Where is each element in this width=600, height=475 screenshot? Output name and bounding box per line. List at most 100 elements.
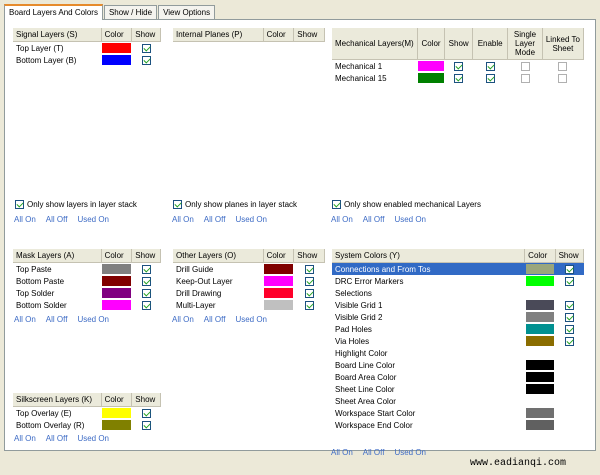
system-color-row[interactable]: Selections <box>332 287 584 299</box>
only-show-planes-in-stack-checkbox[interactable]: Only show planes in layer stack <box>173 200 297 209</box>
layer-row[interactable]: Top Layer (T) <box>13 42 161 55</box>
system-color-row[interactable]: Workspace Start Color <box>332 407 584 419</box>
all-on-link[interactable]: All On <box>14 215 36 224</box>
color-cell[interactable] <box>263 275 294 287</box>
color-cell[interactable] <box>101 54 132 66</box>
checkbox[interactable] <box>564 312 574 322</box>
all-off-link[interactable]: All Off <box>363 215 385 224</box>
layer-row[interactable]: Bottom Paste <box>13 275 161 287</box>
all-on-link[interactable]: All On <box>172 315 194 324</box>
system-color-row[interactable]: Highlight Color <box>332 347 584 359</box>
system-color-row[interactable]: Board Area Color <box>332 371 584 383</box>
all-off-link[interactable]: All Off <box>363 448 385 457</box>
color-cell[interactable] <box>417 60 445 73</box>
system-color-row[interactable]: Workspace End Color <box>332 419 584 431</box>
checkbox[interactable] <box>141 420 151 430</box>
color-cell[interactable] <box>101 287 132 299</box>
checkbox[interactable] <box>141 43 151 53</box>
layer-row[interactable]: Mechanical 15 <box>332 72 584 84</box>
internal-planes-header[interactable]: Internal Planes (P) <box>173 28 264 42</box>
color-cell[interactable] <box>525 335 555 347</box>
system-color-row[interactable]: Via Holes <box>332 335 584 347</box>
color-cell[interactable] <box>101 419 132 431</box>
mechanical-layers-header[interactable]: Mechanical Layers(M) <box>332 28 418 60</box>
all-on-link[interactable]: All On <box>14 434 36 443</box>
signal-layers-header[interactable]: Signal Layers (S) <box>13 28 102 42</box>
color-cell[interactable] <box>525 323 555 335</box>
layer-row[interactable]: Top Overlay (E) <box>13 407 161 420</box>
color-cell[interactable] <box>525 407 555 419</box>
layer-row[interactable]: Bottom Overlay (R) <box>13 419 161 431</box>
checkbox[interactable] <box>564 276 574 286</box>
tab-show-hide[interactable]: Show / Hide <box>103 5 158 19</box>
all-on-link[interactable]: All On <box>14 315 36 324</box>
color-cell[interactable] <box>525 359 555 371</box>
used-on-link[interactable]: Used On <box>235 315 267 324</box>
system-color-row[interactable]: Connections and From Tos <box>332 262 584 275</box>
mask-layers-header[interactable]: Mask Layers (A) <box>13 249 102 263</box>
checkbox[interactable] <box>454 73 464 83</box>
system-color-row[interactable]: Visible Grid 1 <box>332 299 584 311</box>
checkbox[interactable] <box>304 288 314 298</box>
color-cell[interactable] <box>525 419 555 431</box>
checkbox[interactable] <box>520 73 530 83</box>
all-off-link[interactable]: All Off <box>204 315 226 324</box>
color-cell[interactable] <box>263 287 294 299</box>
checkbox[interactable] <box>558 61 568 71</box>
color-cell[interactable] <box>101 299 132 311</box>
used-on-link[interactable]: Used On <box>77 315 109 324</box>
checkbox[interactable] <box>454 61 464 71</box>
system-color-row[interactable]: Pad Holes <box>332 323 584 335</box>
used-on-link[interactable]: Used On <box>77 434 109 443</box>
color-cell[interactable] <box>101 407 132 420</box>
color-cell[interactable] <box>525 371 555 383</box>
color-cell[interactable] <box>263 263 294 276</box>
checkbox[interactable] <box>564 324 574 334</box>
system-colors-header[interactable]: System Colors (Y) <box>332 249 526 263</box>
all-off-link[interactable]: All Off <box>204 215 226 224</box>
checkbox[interactable] <box>564 264 574 274</box>
used-on-link[interactable]: Used On <box>235 215 267 224</box>
layer-row[interactable]: Drill Guide <box>173 263 325 276</box>
color-cell[interactable] <box>525 287 555 299</box>
all-off-link[interactable]: All Off <box>46 315 68 324</box>
checkbox[interactable] <box>141 408 151 418</box>
all-on-link[interactable]: All On <box>172 215 194 224</box>
silkscreen-layers-header[interactable]: Silkscreen Layers (K) <box>13 393 102 407</box>
checkbox[interactable] <box>564 336 574 346</box>
layer-row[interactable]: Bottom Layer (B) <box>13 54 161 66</box>
checkbox[interactable] <box>304 300 314 310</box>
system-color-row[interactable]: DRC Error Markers <box>332 275 584 287</box>
system-color-row[interactable]: Sheet Area Color <box>332 395 584 407</box>
used-on-link[interactable]: Used On <box>77 215 109 224</box>
layer-row[interactable]: Drill Drawing <box>173 287 325 299</box>
color-cell[interactable] <box>417 72 445 84</box>
system-color-row[interactable]: Sheet Line Color <box>332 383 584 395</box>
checkbox[interactable] <box>558 73 568 83</box>
checkbox[interactable] <box>485 73 495 83</box>
color-cell[interactable] <box>525 347 555 359</box>
all-off-link[interactable]: All Off <box>46 215 68 224</box>
layer-row[interactable]: Top Paste <box>13 263 161 276</box>
system-color-row[interactable]: Visible Grid 2 <box>332 311 584 323</box>
layer-row[interactable]: Top Solder <box>13 287 161 299</box>
checkbox[interactable] <box>141 288 151 298</box>
color-cell[interactable] <box>101 263 132 276</box>
color-cell[interactable] <box>524 262 556 275</box>
checkbox[interactable] <box>141 55 151 65</box>
all-on-link[interactable]: All On <box>331 448 353 457</box>
color-cell[interactable] <box>263 299 294 311</box>
checkbox[interactable] <box>141 300 151 310</box>
checkbox[interactable] <box>485 61 495 71</box>
color-cell[interactable] <box>525 383 555 395</box>
other-layers-header[interactable]: Other Layers (O) <box>173 249 264 263</box>
color-cell[interactable] <box>101 275 132 287</box>
color-cell[interactable] <box>525 299 555 311</box>
checkbox[interactable] <box>304 264 314 274</box>
all-on-link[interactable]: All On <box>331 215 353 224</box>
checkbox[interactable] <box>520 61 530 71</box>
used-on-link[interactable]: Used On <box>394 448 426 457</box>
color-cell[interactable] <box>101 42 132 55</box>
system-color-row[interactable]: Board Line Color <box>332 359 584 371</box>
tab-view-options[interactable]: View Options <box>158 5 216 19</box>
